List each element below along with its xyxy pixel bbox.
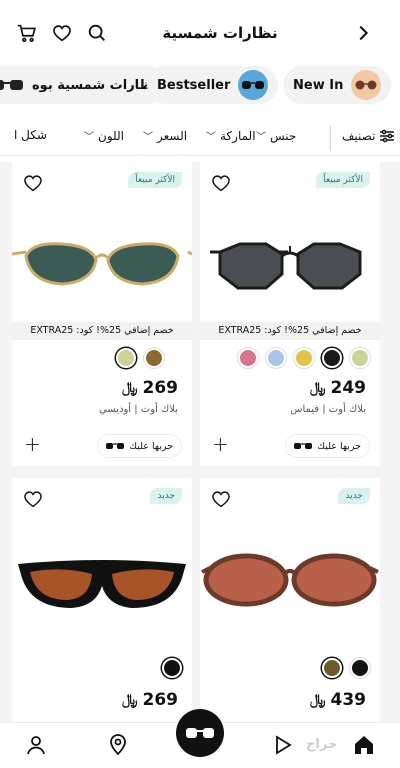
color-swatch[interactable] <box>266 348 286 368</box>
filter-brand[interactable]: الماركة ﹀ <box>206 128 256 144</box>
price-value: 439 <box>330 690 367 710</box>
heart-icon[interactable] <box>210 172 232 194</box>
sunglasses-icon <box>106 443 125 449</box>
play-video-icon[interactable] <box>270 733 294 757</box>
price-value: 269 <box>142 690 179 710</box>
chip-new-in[interactable]: New In <box>283 66 392 104</box>
chip-label: نظارات شمسية بوه <box>32 77 158 93</box>
chip-label: Bestseller <box>157 77 231 93</box>
product-price: 439 ﷼ <box>310 690 366 710</box>
product-image <box>18 560 186 608</box>
color-swatch-selected[interactable] <box>116 348 136 368</box>
wishlist-icon[interactable] <box>51 22 73 44</box>
chevron-down-icon: ﹀ <box>84 132 94 143</box>
bestseller-badge: الأكثر مبيعاً <box>128 172 182 188</box>
page-title: نظارات شمسية <box>162 24 278 42</box>
new-badge: جديد <box>338 488 370 504</box>
filter-divider <box>330 126 331 150</box>
product-price: 269 ﷼ <box>122 378 178 398</box>
filter-label: الماركة <box>220 128 256 143</box>
riyal-icon: ﷼ <box>122 692 138 708</box>
heart-icon[interactable] <box>210 488 232 510</box>
color-swatches <box>116 348 164 368</box>
color-swatch[interactable] <box>350 348 370 368</box>
home-icon[interactable] <box>352 733 376 757</box>
chip-sunglasses-collection[interactable]: نظارات شمسية بوه <box>0 66 168 104</box>
product-brand: بلاك أوت | فيماس <box>290 404 366 415</box>
color-swatches <box>322 658 370 678</box>
filter-gender[interactable]: جنس ﹀ <box>256 128 297 144</box>
chip-bestseller[interactable]: Bestseller <box>147 66 279 104</box>
sunglasses-icon <box>294 443 313 449</box>
bestseller-thumb-icon <box>238 70 269 100</box>
product-grid: الأكثر مبيعاً خصم إضافي 25%! كود: EXTRA2… <box>0 162 400 738</box>
color-swatch[interactable] <box>350 658 370 678</box>
add-to-cart-plus-icon[interactable]: + <box>24 432 41 456</box>
collection-chips: نظارات شمسية بوه Bestseller New In <box>0 66 400 106</box>
chip-label: New In <box>293 77 344 93</box>
product-brand: بلاك أوت | أوديسي <box>98 404 178 415</box>
heart-icon[interactable] <box>22 172 44 194</box>
filter-bar: تصنيف جنس ﹀ الماركة ﹀ السعر ﹀ اللون ﹀ شكل ا <box>0 120 400 156</box>
store-locator-pin-icon[interactable] <box>106 733 130 757</box>
product-card[interactable]: الأكثر مبيعاً خصم إضافي 25%! كود: EXTRA2… <box>12 162 192 466</box>
filter-shape[interactable]: شكل ا <box>14 128 47 142</box>
product-image <box>210 242 362 290</box>
top-app-bar: نظارات شمسية <box>0 0 400 60</box>
price-value: 269 <box>142 378 179 398</box>
try-on-label: جربها عليك <box>317 440 361 452</box>
sunglasses-icon <box>186 728 214 738</box>
filter-price[interactable]: السعر ﹀ <box>143 128 188 144</box>
product-card[interactable]: الأكثر مبيعاً خصم إضافي 25%! كود: EXTRA2… <box>200 162 380 466</box>
filter-label: شكل ا <box>14 128 47 142</box>
new-badge: جديد <box>150 488 182 504</box>
product-price: 269 ﷼ <box>122 690 178 710</box>
new-in-thumb-icon <box>351 70 382 100</box>
promo-banner: خصم إضافي 25%! كود: EXTRA25 <box>12 322 192 340</box>
filter-label: السعر <box>157 128 188 143</box>
virtual-try-on-button[interactable] <box>176 709 224 757</box>
chevron-down-icon: ﹀ <box>256 132 266 143</box>
heart-icon[interactable] <box>22 488 44 510</box>
filter-color[interactable]: اللون ﹀ <box>84 128 124 144</box>
watermark: حراج <box>306 737 338 752</box>
riyal-icon: ﷼ <box>122 380 138 396</box>
color-swatch[interactable] <box>238 348 258 368</box>
sort-label: تصنيف <box>342 129 376 143</box>
riyal-icon: ﷼ <box>310 692 326 708</box>
sliders-icon <box>380 129 395 143</box>
try-on-button[interactable]: جربها عليك <box>285 434 370 458</box>
try-on-label: جربها عليك <box>129 440 173 452</box>
product-image <box>201 553 379 607</box>
product-image <box>12 242 192 286</box>
sort-button[interactable]: تصنيف <box>342 128 395 144</box>
product-card[interactable]: جديد 439 ﷼ <box>200 478 380 738</box>
add-to-cart-plus-icon[interactable]: + <box>212 432 229 456</box>
filter-label: اللون <box>98 128 124 143</box>
cart-icon[interactable] <box>16 22 38 44</box>
color-swatches <box>162 658 182 678</box>
color-swatch-selected[interactable] <box>322 348 342 368</box>
account-icon[interactable] <box>24 733 48 757</box>
bottom-navigation: حراج <box>0 709 400 768</box>
color-swatches <box>238 348 370 368</box>
color-swatch-selected[interactable] <box>162 658 182 678</box>
bestseller-badge: الأكثر مبيعاً <box>316 172 370 188</box>
chevron-down-icon: ﹀ <box>143 132 153 143</box>
color-swatch-selected[interactable] <box>322 658 342 678</box>
promo-banner: خصم إضافي 25%! كود: EXTRA25 <box>200 322 380 340</box>
try-on-button[interactable]: جربها عليك <box>97 434 182 458</box>
product-card[interactable]: جديد 269 ﷼ <box>12 478 192 738</box>
color-swatch[interactable] <box>144 348 164 368</box>
filter-label: جنس <box>270 128 297 143</box>
back-chevron-icon[interactable] <box>352 22 374 44</box>
price-value: 249 <box>330 378 367 398</box>
product-price: 249 ﷼ <box>310 378 366 398</box>
color-swatch[interactable] <box>294 348 314 368</box>
riyal-icon: ﷼ <box>310 380 326 396</box>
sunglasses-thumb-icon <box>0 80 23 90</box>
chevron-down-icon: ﹀ <box>206 132 216 143</box>
search-icon[interactable] <box>86 22 108 44</box>
